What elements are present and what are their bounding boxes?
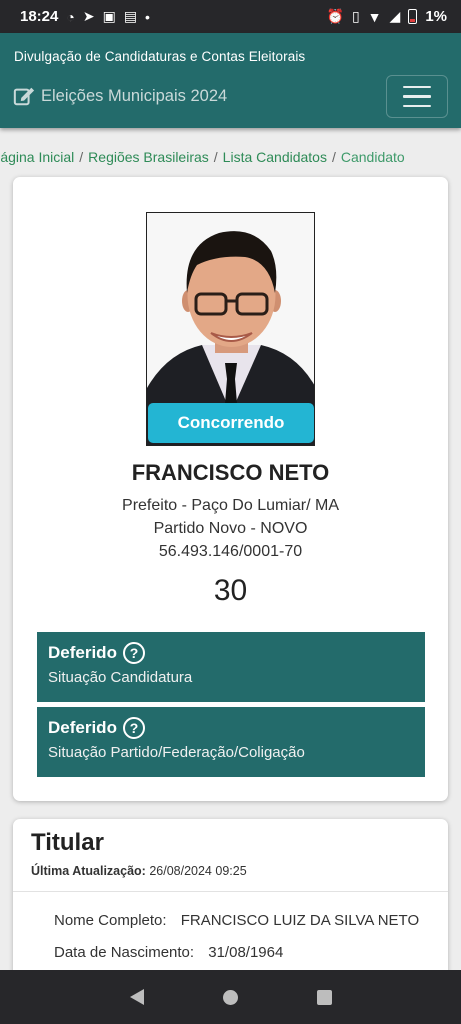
- info-value: FRANCISCO LUIZ DA SILVA NETO: [180, 912, 420, 929]
- app-header: Divulgação de Candidaturas e Contas Elei…: [0, 33, 461, 128]
- instagram-icon: ▣: [102, 8, 116, 24]
- info-key: Nome Completo:: [54, 912, 167, 929]
- breadcrumb-candidates[interactable]: Lista Candidatos: [223, 149, 327, 165]
- situation-candidacy: Deferido ? Situação Candidatura: [37, 632, 425, 702]
- back-icon[interactable]: [129, 989, 144, 1005]
- info-row-birth-date: Data de Nascimento: 31/08/1964: [54, 944, 283, 961]
- status-bar: 18:24 ◔ ➤ ▣ ▤ • ⏰ ▯ ▼ ◢ 1%: [0, 0, 461, 33]
- edit-icon: [13, 85, 35, 107]
- candidate-photo: Concorrendo: [146, 212, 315, 446]
- status-time: 18:24: [20, 8, 59, 25]
- hamburger-line: [403, 95, 431, 98]
- status-chip: Concorrendo: [148, 403, 314, 443]
- breadcrumb: Página Inicial/Regiões Brasileiras/Lista…: [0, 149, 405, 165]
- whatsapp-icon: ◔: [66, 8, 75, 25]
- help-icon[interactable]: ?: [122, 642, 145, 664]
- hamburger-line: [403, 104, 431, 108]
- help-icon[interactable]: ?: [122, 717, 145, 739]
- situation-label: Situação Partido/Federação/Coligação: [48, 744, 305, 761]
- info-key: Data de Nascimento:: [54, 944, 195, 961]
- telegram-icon: ➤: [82, 8, 95, 24]
- last-update-label: Última Atualização:: [31, 864, 146, 878]
- candidate-party: Partido Novo - NOVO: [153, 520, 308, 537]
- candidate-cnpj: 56.493.146/0001-70: [158, 543, 303, 560]
- candidate-number: 30: [213, 574, 248, 607]
- situation-party: Deferido ? Situação Partido/Federação/Co…: [37, 707, 425, 777]
- situation-title: Deferido: [48, 718, 117, 737]
- home-icon[interactable]: [222, 989, 238, 1005]
- breadcrumb-separator: /: [213, 149, 218, 165]
- titular-card: Titular Última Atualização: 26/08/2024 0…: [13, 819, 448, 989]
- wifi-icon: ▼: [367, 8, 382, 25]
- battery-percent: 1%: [425, 8, 447, 25]
- candidate-office: Prefeito - Paço Do Lumiar/ MA: [122, 497, 339, 514]
- breadcrumb-regions[interactable]: Regiões Brasileiras: [88, 149, 209, 165]
- recents-icon[interactable]: [316, 989, 332, 1005]
- brand-label: Eleições Municipais 2024: [41, 86, 228, 105]
- menu-toggle-button[interactable]: [386, 75, 448, 118]
- header-subtitle: Divulgação de Candidaturas e Contas Elei…: [14, 49, 306, 64]
- breadcrumb-current: Candidato: [340, 149, 405, 165]
- last-update: Última Atualização: 26/08/2024 09:25: [31, 864, 247, 878]
- titular-heading: Titular: [31, 829, 104, 856]
- divider: [13, 891, 448, 892]
- breadcrumb-separator: /: [331, 149, 336, 165]
- breadcrumb-home[interactable]: Página Inicial: [0, 149, 74, 165]
- last-update-value: 26/08/2024 09:25: [149, 864, 247, 878]
- alarm-icon: ⏰: [326, 8, 344, 24]
- situation-label: Situação Candidatura: [48, 669, 193, 686]
- info-row-full-name: Nome Completo: FRANCISCO LUIZ DA SILVA N…: [54, 912, 419, 929]
- candidate-card: Concorrendo FRANCISCO NETO Prefeito - Pa…: [13, 177, 448, 801]
- system-nav-bar: [0, 970, 461, 1024]
- vibrate-icon: ▯: [351, 8, 360, 24]
- signal-icon: ◢: [389, 8, 401, 24]
- info-value: 31/08/1964: [208, 944, 284, 961]
- dot-icon: •: [145, 8, 150, 25]
- candidate-name: FRANCISCO NETO: [131, 460, 330, 485]
- situation-title: Deferido: [48, 643, 117, 662]
- brand-link[interactable]: Eleições Municipais 2024: [13, 85, 227, 107]
- facebook-icon: ▤: [123, 8, 138, 24]
- breadcrumb-separator: /: [79, 149, 84, 165]
- battery-icon: [408, 9, 418, 24]
- hamburger-line: [403, 85, 431, 89]
